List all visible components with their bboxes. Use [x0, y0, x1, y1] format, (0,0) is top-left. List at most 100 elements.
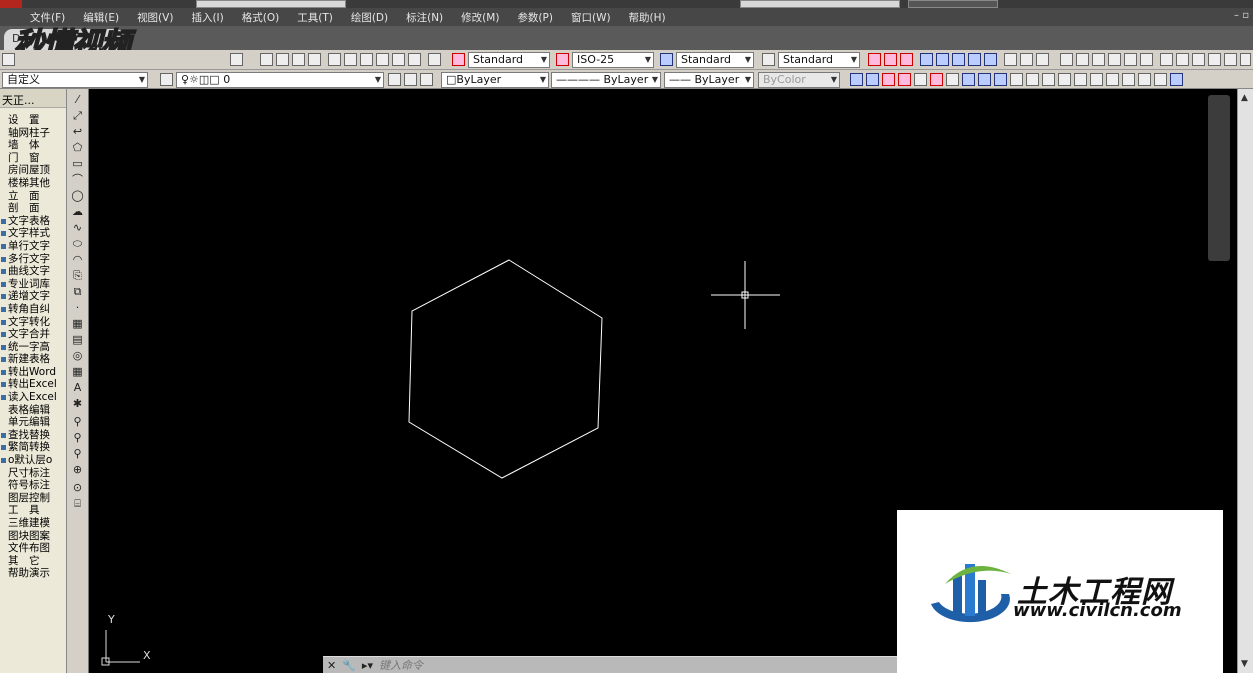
tz-menu-item[interactable]: 帮助演示: [0, 567, 66, 580]
menu-dimension[interactable]: 标注(N): [406, 10, 443, 25]
hatch-icon[interactable]: ▦: [71, 317, 84, 330]
multileader-style-icon[interactable]: [762, 53, 775, 66]
lineweight-select[interactable]: —— ByLayer ▼: [664, 72, 754, 88]
tz-menu-item[interactable]: 墙 体: [0, 139, 66, 152]
tz-window-icon[interactable]: [936, 53, 949, 66]
navigation-bar[interactable]: [1208, 95, 1230, 261]
tz-tool-7-icon[interactable]: [946, 73, 959, 86]
insert-block-icon[interactable]: ⎘: [71, 269, 84, 282]
tz-column-icon[interactable]: [884, 53, 897, 66]
menu-file[interactable]: 文件(F): [30, 10, 65, 25]
tz-window-tool-icon[interactable]: ⚲: [71, 447, 84, 460]
spline-icon[interactable]: ∿: [71, 221, 84, 234]
help-icon[interactable]: [428, 53, 441, 66]
tz-menu-item[interactable]: 转角自纠: [0, 303, 66, 316]
tz-layer-icon[interactable]: [1160, 53, 1173, 66]
menu-edit[interactable]: 编辑(E): [83, 10, 119, 25]
tz-tool-4-icon[interactable]: [898, 73, 911, 86]
tz-menu-item[interactable]: 图块图案: [0, 530, 66, 543]
tz-tool-15-icon[interactable]: [1074, 73, 1087, 86]
window-controls[interactable]: – ▫: [1234, 10, 1249, 21]
rectangle-icon[interactable]: ▭: [71, 157, 84, 170]
scroll-up-icon[interactable]: ▲: [1241, 93, 1248, 103]
tz-more-icon[interactable]: [1240, 53, 1251, 66]
tz-menu-item[interactable]: 表格编辑: [0, 404, 66, 417]
tz-menu-item[interactable]: 多行文字: [0, 253, 66, 266]
mtext-icon[interactable]: A: [71, 381, 84, 394]
menu-view[interactable]: 视图(V): [137, 10, 173, 25]
tz-panel-title[interactable]: 天正...: [0, 89, 66, 108]
workspace-select[interactable]: 自定义 ▼: [2, 72, 148, 88]
tz-menu-item[interactable]: 工 具: [0, 504, 66, 517]
tz-menu-item[interactable]: 转出Word: [0, 366, 66, 379]
layer-previous-icon[interactable]: [404, 73, 417, 86]
tz-menu-item[interactable]: 单行文字: [0, 240, 66, 253]
redo-icon[interactable]: [230, 53, 243, 66]
tz-dim-icon[interactable]: [1060, 53, 1073, 66]
menu-window[interactable]: 窗口(W): [571, 10, 611, 25]
menu-help[interactable]: 帮助(H): [629, 10, 666, 25]
gradient-icon[interactable]: ▤: [71, 333, 84, 346]
linetype-select[interactable]: ———— ByLayer ▼: [551, 72, 661, 88]
wrench-icon[interactable]: 🔧: [342, 659, 356, 672]
tz-tool-5-icon[interactable]: [914, 73, 927, 86]
tz-menu-item[interactable]: 剖 面: [0, 202, 66, 215]
tz-arrow-icon[interactable]: [1140, 53, 1153, 66]
tz-3d-icon[interactable]: [1208, 53, 1221, 66]
tz-menu-item[interactable]: 文字样式: [0, 227, 66, 240]
line-icon[interactable]: ⁄: [71, 93, 84, 106]
tz-menu-item[interactable]: 文件布图: [0, 542, 66, 555]
tz-room-icon[interactable]: [952, 53, 965, 66]
tz-menu-item[interactable]: 文字表格: [0, 215, 66, 228]
tz-tool-16-icon[interactable]: [1090, 73, 1103, 86]
command-line[interactable]: ✕ 🔧 ▸▾ 键入命令: [323, 656, 897, 673]
tz-tool-17-icon[interactable]: [1106, 73, 1119, 86]
menu-tools[interactable]: 工具(T): [297, 10, 333, 25]
tz-door-icon[interactable]: [920, 53, 933, 66]
dim-style-select[interactable]: ISO-25 ▼: [572, 52, 654, 68]
tz-menu-item[interactable]: 房间屋顶: [0, 164, 66, 177]
tz-menu-item[interactable]: 转出Excel: [0, 378, 66, 391]
menu-draw[interactable]: 绘图(D): [351, 10, 388, 25]
tz-menu-item[interactable]: 尺寸标注: [0, 467, 66, 480]
command-input[interactable]: 键入命令: [379, 657, 423, 673]
tz-tool-19-icon[interactable]: [1138, 73, 1151, 86]
text-style-icon[interactable]: [452, 53, 465, 66]
tz-tool-9-icon[interactable]: [978, 73, 991, 86]
tz-menu-item[interactable]: 新建表格: [0, 353, 66, 366]
tz-tool-6-icon[interactable]: [930, 73, 943, 86]
tz-tool-12-icon[interactable]: [1026, 73, 1039, 86]
tz-tool-3-icon[interactable]: [882, 73, 895, 86]
tz-help-icon[interactable]: [1170, 73, 1183, 86]
tz-tool-10-icon[interactable]: [994, 73, 1007, 86]
layer-match-icon[interactable]: [420, 73, 433, 86]
tz-text-icon[interactable]: [1036, 53, 1049, 66]
hexagon-shape[interactable]: [408, 259, 603, 479]
search-box[interactable]: [740, 0, 900, 8]
prompt-icon[interactable]: ▸▾: [362, 659, 373, 672]
signin-box[interactable]: [908, 0, 998, 8]
region-icon[interactable]: ◎: [71, 349, 84, 362]
tz-menu-item[interactable]: 递增文字: [0, 290, 66, 303]
tz-tool-13-icon[interactable]: [1042, 73, 1055, 86]
app-menu-icon[interactable]: [0, 0, 22, 8]
menu-insert[interactable]: 插入(I): [191, 10, 223, 25]
tz-wall-icon[interactable]: [900, 53, 913, 66]
tz-tool-8-icon[interactable]: [962, 73, 975, 86]
scroll-down-icon[interactable]: ▼: [1241, 659, 1248, 669]
tool-palette-icon[interactable]: [360, 53, 373, 66]
tz-section-icon[interactable]: [1020, 53, 1033, 66]
ellipse-icon[interactable]: ⬭: [71, 237, 84, 250]
arc-icon[interactable]: ⌒: [71, 173, 84, 186]
design-center-icon[interactable]: [344, 53, 357, 66]
tz-menu-item[interactable]: 读入Excel: [0, 391, 66, 404]
tz-menu-item[interactable]: 图层控制: [0, 492, 66, 505]
tz-menu-item[interactable]: o默认层o: [0, 454, 66, 467]
tz-move-icon[interactable]: [1176, 53, 1189, 66]
tz-wall-tool-icon[interactable]: ⚲: [71, 415, 84, 428]
tz-symbol-icon[interactable]: [1108, 53, 1121, 66]
tz-menu-item[interactable]: 统一字高: [0, 341, 66, 354]
tz-stair-icon[interactable]: [984, 53, 997, 66]
table-style-icon[interactable]: [660, 53, 673, 66]
zoom-realtime-icon[interactable]: [276, 53, 289, 66]
